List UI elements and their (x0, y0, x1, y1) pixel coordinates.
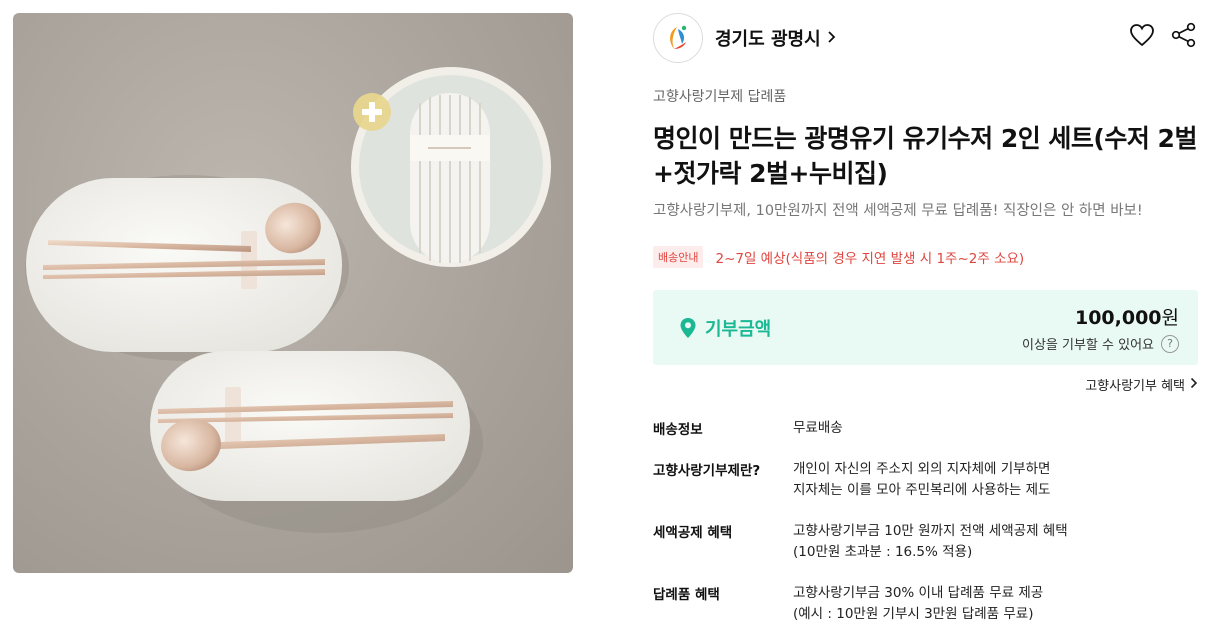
info-value-line: 고향사랑기부금 10만 원까지 전액 세액공제 혜택 (793, 523, 1068, 539)
info-label: 배송정보 (653, 422, 703, 438)
donation-label-text: 기부금액 (705, 319, 772, 340)
donation-note: 이상을 기부할 수 있어요 ? (1022, 334, 1179, 353)
chevron-right-icon (1190, 377, 1198, 393)
delivery-text: 2~7일 예상(식품의 경우 지연 발생 시 1주~2주 소요) (715, 251, 1025, 267)
info-value: 개인이 자신의 주소지 외의 지자체에 기부하면 지자체는 이를 모아 주민복리… (793, 459, 1050, 501)
donation-currency: 원 (1161, 307, 1179, 329)
gwangmyeong-city-logo (653, 13, 703, 63)
plus-circle-icon (353, 93, 391, 131)
product-title: 명인이 만드는 광명유기 유기수저 2인 세트(수저 2벌+젓가락 2벌+누비집… (653, 124, 1197, 188)
product-photo-illustration (25, 67, 551, 533)
info-label: 답례품 혜택 (653, 587, 720, 603)
info-value: 무료배송 (793, 418, 843, 439)
share-icon[interactable] (1170, 21, 1198, 49)
chevron-right-icon (827, 28, 837, 49)
product-image[interactable] (13, 13, 573, 573)
info-label: 세액공제 혜택 (653, 525, 733, 541)
info-value: 고향사랑기부금 30% 이내 답례품 무료 제공 (예시 : 10만원 기부시 … (793, 583, 1043, 625)
donation-label: 기부금액 (679, 315, 771, 341)
info-value: 고향사랑기부금 10만 원까지 전액 세액공제 혜택 (10만원 초과분 : 1… (793, 521, 1068, 563)
donation-amount-box: 기부금액 100,000원 이상을 기부할 수 있어요 ? (653, 290, 1198, 365)
product-category: 고향사랑기부제 답례품 (653, 89, 787, 105)
delivery-badge: 배송안내 (653, 246, 704, 268)
heart-outline-icon[interactable] (1128, 21, 1156, 49)
info-value-line: (10만원 초과분 : 16.5% 적용) (793, 544, 973, 560)
donation-amount: 100,000원 (1075, 303, 1179, 330)
info-value-line: 지자체는 이를 모아 주민복리에 사용하는 제도 (793, 482, 1051, 498)
delivery-notice: 배송안내 2~7일 예상(식품의 경우 지연 발생 시 1주~2주 소요) (653, 246, 1024, 268)
donation-amount-value: 100,000 (1074, 307, 1162, 329)
product-actions (1128, 21, 1198, 49)
seller-name[interactable]: 경기도 광명시 (715, 25, 821, 51)
info-value-line: 고향사랑기부금 30% 이내 답례품 무료 제공 (793, 585, 1044, 601)
info-value-line: 개인이 자신의 주소지 외의 지자체에 기부하면 (793, 461, 1051, 477)
question-circle-icon[interactable]: ? (1161, 334, 1179, 353)
benefit-link-label[interactable]: 고향사랑기부 혜택 (1085, 375, 1185, 394)
donation-note-text: 이상을 기부할 수 있어요 (1022, 338, 1154, 353)
info-value-line: 무료배송 (793, 420, 843, 436)
benefit-link[interactable]: 고향사랑기부 혜택 (1085, 375, 1198, 394)
info-label: 고향사랑기부제란? (653, 463, 761, 479)
seller-link[interactable]: 경기도 광명시 (653, 13, 837, 63)
info-value-line: (예시 : 10만원 기부시 3만원 답례품 무료) (793, 606, 1034, 622)
product-subtitle: 고향사랑기부제, 10만원까지 전액 세액공제 무료 답례품! 직장인은 안 하… (653, 203, 1143, 219)
location-pin-icon (680, 318, 696, 338)
